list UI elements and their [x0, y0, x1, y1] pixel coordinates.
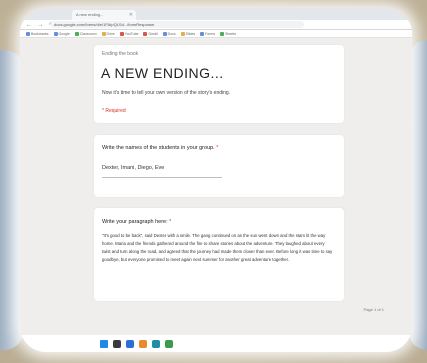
- paragraph-answer-field[interactable]: "It's good to be back", said Dexter with…: [102, 232, 334, 264]
- folder-icon[interactable]: [139, 339, 147, 348]
- address-bar: ← → ⟳ docs.google.com/forms/d/e/1FAIpQLS…: [20, 20, 412, 30]
- bookmark-label: Docs: [167, 31, 176, 36]
- bookmark-label: Classroom: [79, 31, 97, 36]
- bookmark-item[interactable]: Sheets: [220, 30, 236, 37]
- browser-tab-strip: A new ending... ✕: [20, 8, 412, 20]
- required-asterisk: *: [169, 219, 172, 225]
- close-icon[interactable]: ✕: [129, 10, 133, 20]
- question-label: Write your paragraph here: *: [102, 219, 171, 225]
- question-names-card: Write the names of the students in your …: [94, 135, 344, 197]
- edge-browser-icon[interactable]: [126, 339, 134, 348]
- bookmark-item[interactable]: Google: [53, 30, 70, 37]
- bookmark-label: YouTube: [124, 31, 139, 36]
- bookmark-item[interactable]: Gmail: [143, 30, 158, 37]
- bookmark-label: Gmail: [148, 31, 158, 36]
- bookmark-label: Sheets: [225, 31, 236, 36]
- question-text: Write your paragraph here:: [102, 219, 168, 225]
- bookmark-item[interactable]: Forms: [200, 30, 215, 37]
- bookmark-item[interactable]: Classroom: [74, 30, 97, 37]
- bookmarks-bar: Bookmarks Google Classroom Drive YouTube Gmai…: [20, 30, 412, 38]
- required-asterisk: *: [216, 145, 219, 151]
- chrome-icon[interactable]: [165, 339, 173, 348]
- windows-start-icon[interactable]: [100, 339, 108, 348]
- bookmark-icon: [74, 31, 79, 36]
- bookmark-item[interactable]: Bookmarks: [26, 30, 49, 37]
- bookmark-icon: [119, 31, 124, 36]
- section-label: Ending the book: [102, 51, 139, 57]
- page-counter: Page 1 of 1: [363, 307, 384, 312]
- question-paragraph-card: Write your paragraph here: * "It's good …: [94, 208, 344, 301]
- names-answer-field[interactable]: Dexter, Imani, Diego, Eve: [102, 165, 164, 171]
- bookmark-label: Google: [58, 31, 70, 36]
- bookmark-item[interactable]: Slides: [180, 30, 196, 37]
- bookmark-icon: [200, 31, 205, 36]
- url-field[interactable]: docs.google.com/forms/d/e/1FAIpQLSd.../f…: [50, 21, 304, 28]
- question-text: Write the names of the students in your …: [102, 145, 215, 151]
- bookmark-icon: [220, 31, 225, 36]
- question-label: Write the names of the students in your …: [102, 145, 218, 151]
- bookmark-icon: [162, 31, 167, 36]
- bookmark-label: Forms: [205, 31, 216, 36]
- taskbar: [20, 335, 412, 352]
- bookmark-icon: [180, 31, 185, 36]
- required-note: * Required: [102, 108, 126, 114]
- answer-underline: [102, 177, 222, 178]
- store-icon[interactable]: [152, 339, 160, 348]
- bookmark-label: Drive: [106, 31, 115, 36]
- monitor-screen: A new ending... ✕ ← → ⟳ docs.google.com/…: [20, 8, 412, 352]
- form-page: Ending the book A NEW ENDING... Now it's…: [20, 39, 412, 335]
- bookmark-icon: [101, 31, 106, 36]
- form-description: Now it's time to tell your own version o…: [102, 90, 231, 96]
- bookmark-item[interactable]: Docs: [162, 30, 176, 37]
- bookmark-item[interactable]: YouTube: [119, 30, 139, 37]
- bookmark-icon: [143, 31, 148, 36]
- tab-title: A new ending...: [76, 12, 104, 17]
- bookmark-icon: [53, 31, 58, 36]
- search-icon[interactable]: [113, 339, 121, 348]
- form-header-card: Ending the book A NEW ENDING... Now it's…: [94, 45, 344, 123]
- page-title: A NEW ENDING...: [101, 65, 224, 81]
- bookmark-icon: [26, 31, 30, 36]
- bookmark-label: Bookmarks: [31, 31, 49, 36]
- browser-tab[interactable]: A new ending... ✕: [72, 10, 136, 20]
- bookmark-item[interactable]: Drive: [101, 30, 115, 37]
- bookmark-label: Slides: [185, 31, 196, 36]
